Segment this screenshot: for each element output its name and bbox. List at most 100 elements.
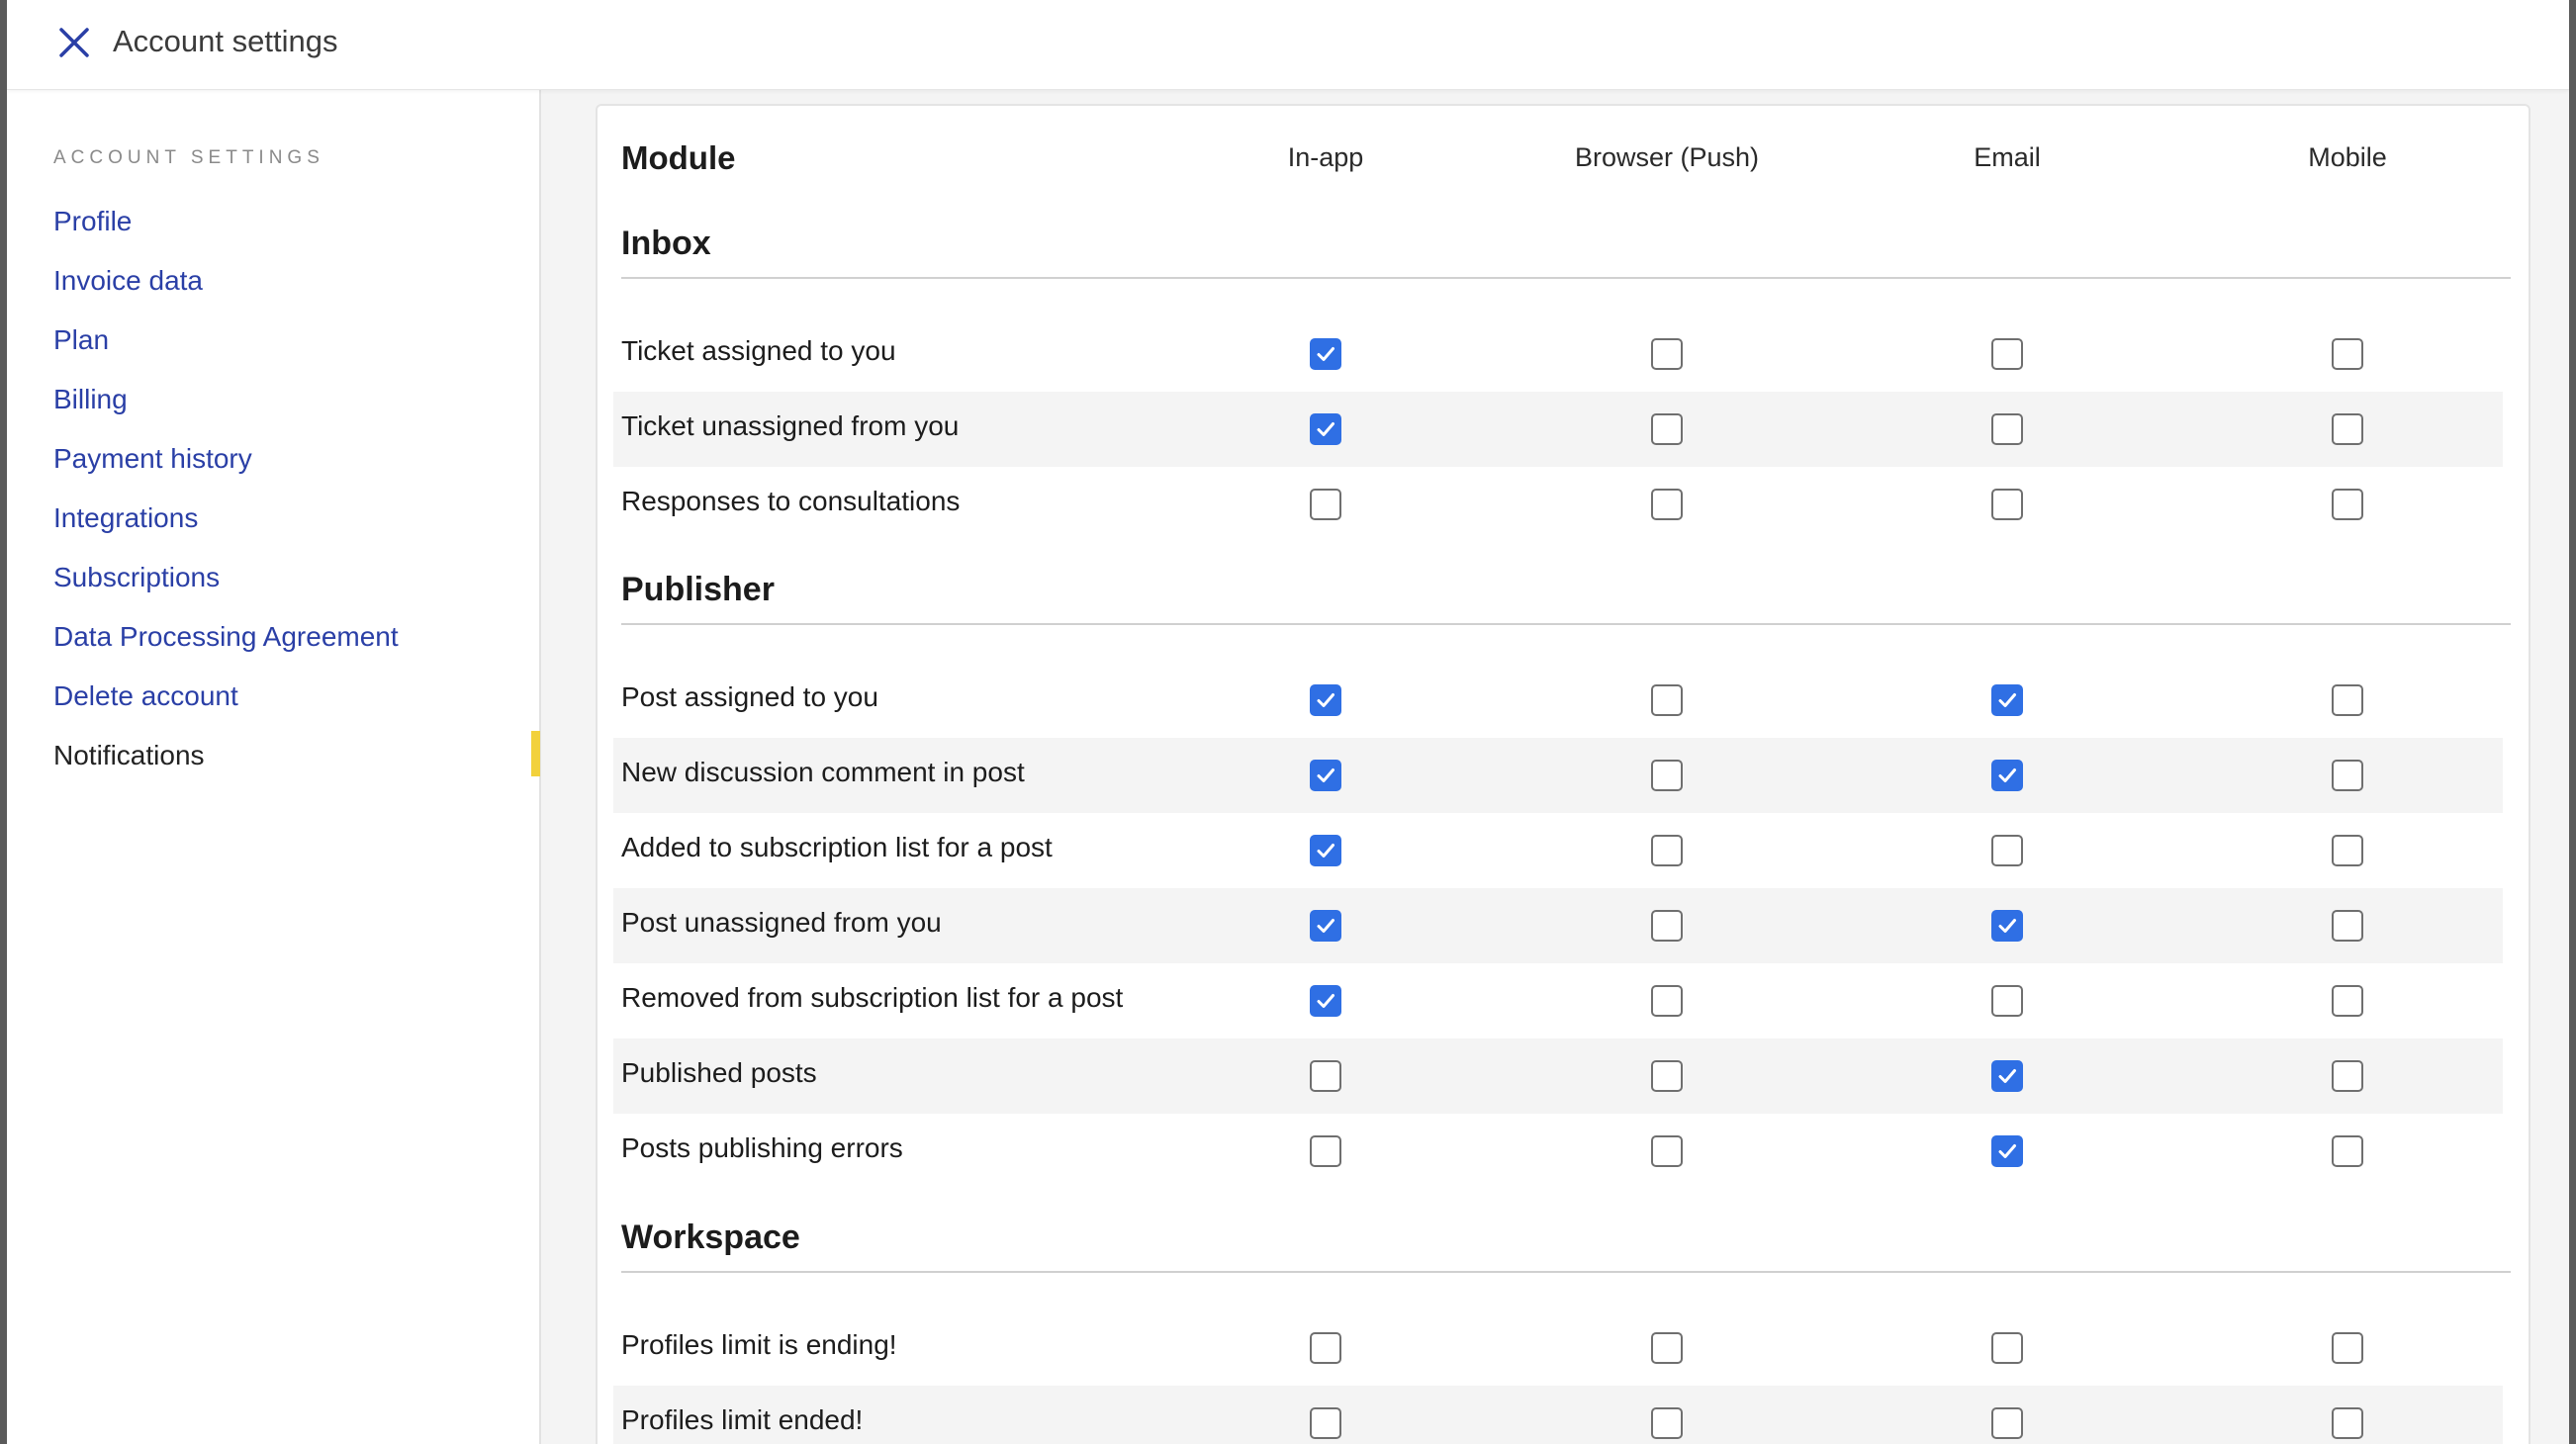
checkmark-icon [1998, 1144, 2016, 1158]
mobile-checkbox[interactable] [2332, 1135, 2363, 1167]
checkmark-icon [1317, 693, 1334, 707]
browser-push-checkbox[interactable] [1651, 338, 1683, 370]
settings-window: Account settings ACCOUNT SETTINGS Profil… [7, 0, 2569, 1444]
in-app-checkbox[interactable] [1310, 910, 1341, 942]
browser-push-checkbox[interactable] [1651, 835, 1683, 866]
email-checkbox[interactable] [1991, 1135, 2023, 1167]
email-checkbox[interactable] [1991, 835, 2023, 866]
sidebar-item-subscriptions[interactable]: Subscriptions [53, 555, 399, 614]
in-app-checkbox[interactable] [1310, 985, 1341, 1017]
in-app-checkbox[interactable] [1310, 1135, 1341, 1167]
notification-row-label: Posts publishing errors [621, 1132, 903, 1163]
page-title: Account settings [113, 24, 338, 58]
notification-row: Ticket unassigned from you [613, 392, 2503, 467]
sidebar-nav: Profile Invoice data Plan Billing Paymen… [53, 199, 399, 792]
section-title-workspace: Workspace [621, 1218, 2511, 1273]
checkmark-icon [1317, 768, 1334, 782]
browser-push-checkbox[interactable] [1651, 1407, 1683, 1439]
mobile-checkbox[interactable] [2332, 1060, 2363, 1092]
browser-push-checkbox[interactable] [1651, 1332, 1683, 1364]
mobile-checkbox[interactable] [2332, 835, 2363, 866]
email-checkbox[interactable] [1991, 489, 2023, 520]
mobile-checkbox[interactable] [2332, 489, 2363, 520]
notification-row: Published posts [613, 1038, 2503, 1114]
email-checkbox[interactable] [1991, 910, 2023, 942]
mobile-checkbox[interactable] [2332, 760, 2363, 791]
main-content: Module In-app Browser (Push) Email Mobil… [541, 90, 2569, 1444]
checkmark-icon [1998, 693, 2016, 707]
notification-row-label: Post assigned to you [621, 681, 878, 712]
browser-push-checkbox[interactable] [1651, 760, 1683, 791]
column-header-browser-push: Browser (Push) [1574, 142, 1760, 172]
notification-row: New discussion comment in post [613, 738, 2503, 813]
email-checkbox[interactable] [1991, 760, 2023, 791]
notification-row: Post assigned to you [613, 663, 2503, 738]
notification-row-label: Profiles limit is ending! [621, 1329, 897, 1360]
sidebar: ACCOUNT SETTINGS Profile Invoice data Pl… [7, 90, 541, 1444]
sidebar-item-integrations[interactable]: Integrations [53, 496, 399, 555]
notification-row: Ticket assigned to you [613, 316, 2503, 392]
in-app-checkbox[interactable] [1310, 760, 1341, 791]
mobile-checkbox[interactable] [2332, 684, 2363, 716]
notification-row-label: Ticket assigned to you [621, 335, 896, 366]
browser-push-checkbox[interactable] [1651, 684, 1683, 716]
sidebar-item-payment-history[interactable]: Payment history [53, 436, 399, 496]
notification-row: Post unassigned from you [613, 888, 2503, 963]
column-header-row: Module In-app Browser (Push) Email Mobil… [598, 106, 2529, 205]
sidebar-item-plan[interactable]: Plan [53, 317, 399, 377]
section-title-publisher: Publisher [621, 571, 2511, 625]
notification-row: Profiles limit ended! [613, 1386, 2503, 1444]
section-title-inbox: Inbox [621, 225, 2511, 279]
notification-row: Posts publishing errors [613, 1114, 2503, 1189]
mobile-checkbox[interactable] [2332, 985, 2363, 1017]
close-icon [59, 28, 89, 57]
notification-row-label: New discussion comment in post [621, 757, 1025, 787]
mobile-checkbox[interactable] [2332, 1407, 2363, 1439]
sidebar-item-data-processing-agreement[interactable]: Data Processing Agreement [53, 614, 399, 674]
sidebar-item-notifications[interactable]: Notifications [53, 733, 399, 792]
in-app-checkbox[interactable] [1310, 1060, 1341, 1092]
module-column-header: Module [621, 139, 736, 176]
column-header-in-app: In-app [1287, 142, 1364, 172]
browser-push-checkbox[interactable] [1651, 489, 1683, 520]
in-app-checkbox[interactable] [1310, 684, 1341, 716]
email-checkbox[interactable] [1991, 985, 2023, 1017]
sidebar-heading: ACCOUNT SETTINGS [53, 147, 324, 168]
checkmark-icon [1317, 994, 1334, 1008]
notification-row-label: Post unassigned from you [621, 907, 942, 938]
sidebar-item-billing[interactable]: Billing [53, 377, 399, 436]
email-checkbox[interactable] [1991, 413, 2023, 445]
browser-push-checkbox[interactable] [1651, 985, 1683, 1017]
in-app-checkbox[interactable] [1310, 835, 1341, 866]
in-app-checkbox[interactable] [1310, 1332, 1341, 1364]
browser-push-checkbox[interactable] [1651, 413, 1683, 445]
in-app-checkbox[interactable] [1310, 413, 1341, 445]
mobile-checkbox[interactable] [2332, 413, 2363, 445]
email-checkbox[interactable] [1991, 684, 2023, 716]
email-checkbox[interactable] [1991, 1060, 2023, 1092]
mobile-checkbox[interactable] [2332, 1332, 2363, 1364]
notifications-card: Module In-app Browser (Push) Email Mobil… [596, 104, 2530, 1444]
notification-row-label: Responses to consultations [621, 486, 961, 516]
sidebar-item-profile[interactable]: Profile [53, 199, 399, 258]
email-checkbox[interactable] [1991, 1407, 2023, 1439]
checkmark-icon [1317, 919, 1334, 933]
notification-row: Added to subscription list for a post [613, 813, 2503, 888]
in-app-checkbox[interactable] [1310, 489, 1341, 520]
in-app-checkbox[interactable] [1310, 1407, 1341, 1439]
browser-push-checkbox[interactable] [1651, 910, 1683, 942]
email-checkbox[interactable] [1991, 1332, 2023, 1364]
notification-row: Profiles limit is ending! [613, 1310, 2503, 1386]
notification-row-label: Published posts [621, 1057, 817, 1088]
email-checkbox[interactable] [1991, 338, 2023, 370]
in-app-checkbox[interactable] [1310, 338, 1341, 370]
mobile-checkbox[interactable] [2332, 910, 2363, 942]
checkmark-icon [1317, 347, 1334, 361]
mobile-checkbox[interactable] [2332, 338, 2363, 370]
browser-push-checkbox[interactable] [1651, 1060, 1683, 1092]
sidebar-item-invoice-data[interactable]: Invoice data [53, 258, 399, 317]
notification-row-label: Removed from subscription list for a pos… [621, 982, 1124, 1013]
sidebar-item-delete-account[interactable]: Delete account [53, 674, 399, 733]
browser-push-checkbox[interactable] [1651, 1135, 1683, 1167]
close-button[interactable] [50, 20, 98, 65]
